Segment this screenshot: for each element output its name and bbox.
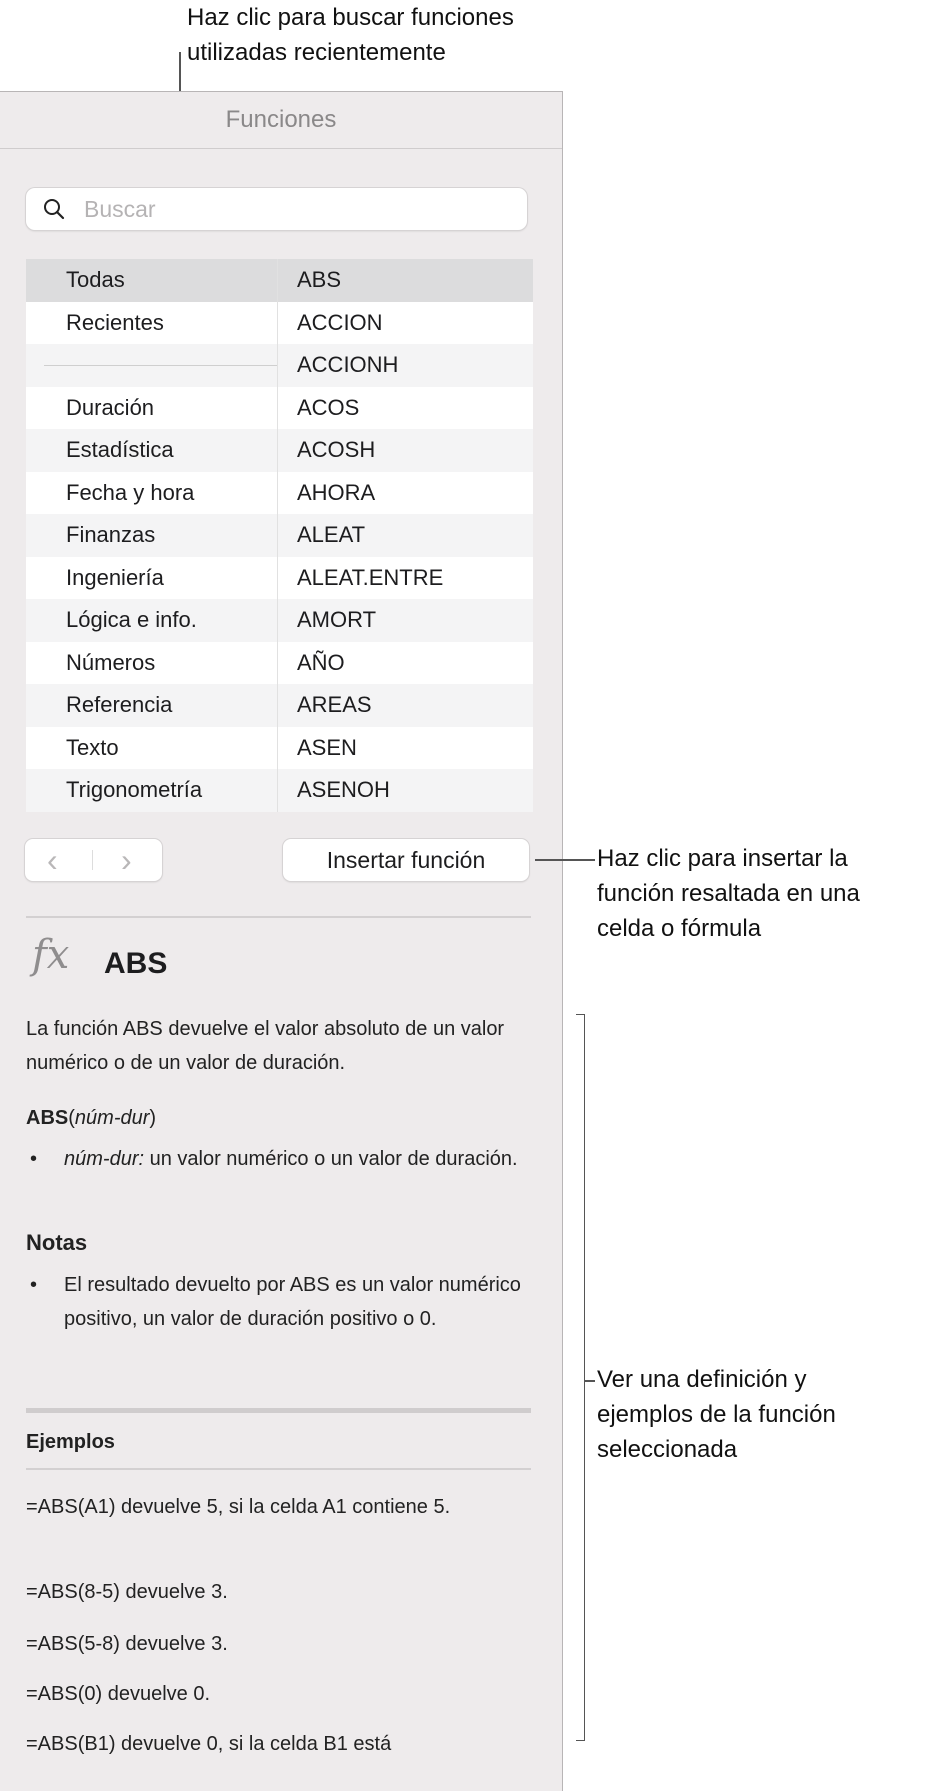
function-browser: Todas ABS Recientes ACCION ACCIONH Duración AC… (26, 259, 533, 812)
function-item[interactable]: ACCIONH (278, 344, 398, 387)
insert-function-button[interactable]: Insertar función (283, 839, 529, 881)
table-row: Duración ACOS (26, 386, 533, 430)
callout-insert: Haz clic para insertar la función resalt… (597, 841, 860, 946)
category-item[interactable]: Números (26, 641, 278, 684)
category-item[interactable]: Estadística (26, 429, 278, 472)
fx-icon: fx (32, 932, 70, 978)
callout-line: Haz clic para insertar la (597, 845, 848, 872)
callout-recent: Haz clic para buscar funciones utilizada… (187, 0, 514, 70)
syntax-arg: núm-dur (74, 1107, 150, 1129)
panel-title: Funciones (225, 106, 337, 133)
table-row: Lógica e info. AMORT (26, 599, 533, 642)
callout-line: utilizadas recientemente (187, 39, 446, 66)
separator-line (44, 365, 277, 366)
divider (0, 148, 562, 149)
table-row: Estadística ACOSH (26, 429, 533, 472)
table-row: Números AÑO (26, 641, 533, 685)
arg-name: núm-dur: (64, 1148, 145, 1170)
category-item[interactable]: Recientes (26, 301, 278, 344)
category-item[interactable]: Ingeniería (26, 556, 278, 599)
callout-line: seleccionada (597, 1436, 738, 1463)
arg-desc: un valor numérico o un valor de duración… (144, 1148, 518, 1170)
forward-button[interactable]: › (121, 839, 132, 881)
category-separator (26, 344, 278, 387)
nav-buttons: ‹ › (25, 839, 162, 881)
callout-leader (585, 1380, 595, 1382)
bullet-icon: • (30, 1274, 38, 1296)
function-name: ABS (104, 947, 168, 980)
note-text: El resultado devuelto por ABS es un valo… (64, 1274, 521, 1330)
function-item[interactable]: AHORA (278, 472, 375, 515)
category-item[interactable]: Todas (26, 259, 278, 302)
category-item[interactable]: Referencia (26, 684, 278, 727)
function-item[interactable]: AREAS (278, 684, 372, 727)
function-item[interactable]: ACCION (278, 302, 383, 345)
function-item[interactable]: ACOSH (278, 429, 375, 472)
function-item[interactable]: ALEAT.ENTRE (278, 557, 443, 600)
function-item[interactable]: ABS (278, 259, 341, 302)
divider (26, 1468, 531, 1470)
table-row: Todas ABS (26, 259, 533, 302)
category-item[interactable]: Texto (26, 726, 278, 769)
examples-heading: Ejemplos (26, 1431, 115, 1453)
syntax-name: ABS (26, 1107, 69, 1129)
function-description: La función ABS devuelve el valor absolut… (26, 1018, 505, 1074)
callout-leader (535, 859, 595, 861)
callout-line: ejemplos de la función (597, 1401, 836, 1428)
divider (26, 1408, 531, 1413)
functions-panel: Funciones Buscar Todas ABS Recientes ACCION… (0, 91, 563, 1791)
category-item[interactable]: Duración (26, 386, 278, 429)
divider (26, 916, 531, 918)
search-icon (44, 199, 65, 220)
example-4: =ABS(0) devuelve 0. (26, 1683, 210, 1705)
table-row: Referencia AREAS (26, 684, 533, 727)
callout-definition: Ver una definición y ejemplos de la func… (597, 1362, 836, 1467)
table-row: Texto ASEN (26, 726, 533, 770)
category-item[interactable]: Trigonometría (26, 769, 278, 812)
callout-line: Haz clic para buscar funciones (187, 4, 514, 31)
search-placeholder: Buscar (84, 196, 156, 222)
example-1: =ABS(A1) devuelve 5, si la celda A1 cont… (26, 1496, 451, 1518)
category-item[interactable]: Lógica e info. (26, 599, 278, 642)
function-item[interactable]: AÑO (278, 642, 345, 685)
table-row: Fecha y hora AHORA (26, 471, 533, 515)
table-row: Finanzas ALEAT (26, 514, 533, 557)
example-5: =ABS(B1) devuelve 0, si la celda B1 está (26, 1733, 392, 1755)
argument-item: • núm-dur: un valor numérico o un valor … (26, 1142, 531, 1176)
function-item[interactable]: ACOS (278, 387, 359, 430)
search-input[interactable]: Buscar (26, 188, 527, 230)
callout-line: Ver una definición y (597, 1366, 807, 1393)
function-item[interactable]: ASENOH (278, 769, 390, 812)
callout-line: función resaltada en una (597, 880, 860, 907)
callout-line: celda o fórmula (597, 915, 762, 942)
example-3: =ABS(5-8) devuelve 3. (26, 1633, 228, 1655)
notes-heading: Notas (26, 1230, 88, 1255)
bullet-icon: • (30, 1148, 38, 1170)
example-2: =ABS(8-5) devuelve 3. (26, 1581, 228, 1603)
table-row: Ingeniería ALEAT.ENTRE (26, 556, 533, 600)
callout-bracket (576, 1014, 585, 1741)
divider (92, 850, 93, 870)
category-item[interactable]: Fecha y hora (26, 471, 278, 514)
back-button[interactable]: ‹ (47, 839, 58, 881)
function-item[interactable]: AMORT (278, 599, 376, 642)
table-row: ACCIONH (26, 344, 533, 387)
function-item[interactable]: ALEAT (278, 514, 365, 557)
table-row: Trigonometría ASENOH (26, 769, 533, 812)
table-row: Recientes ACCION (26, 301, 533, 345)
function-syntax: ABS(núm-dur) (26, 1107, 157, 1129)
note-item: • El resultado devuelto por ABS es un va… (26, 1268, 531, 1336)
function-item[interactable]: ASEN (278, 727, 357, 770)
category-item[interactable]: Finanzas (26, 514, 278, 557)
